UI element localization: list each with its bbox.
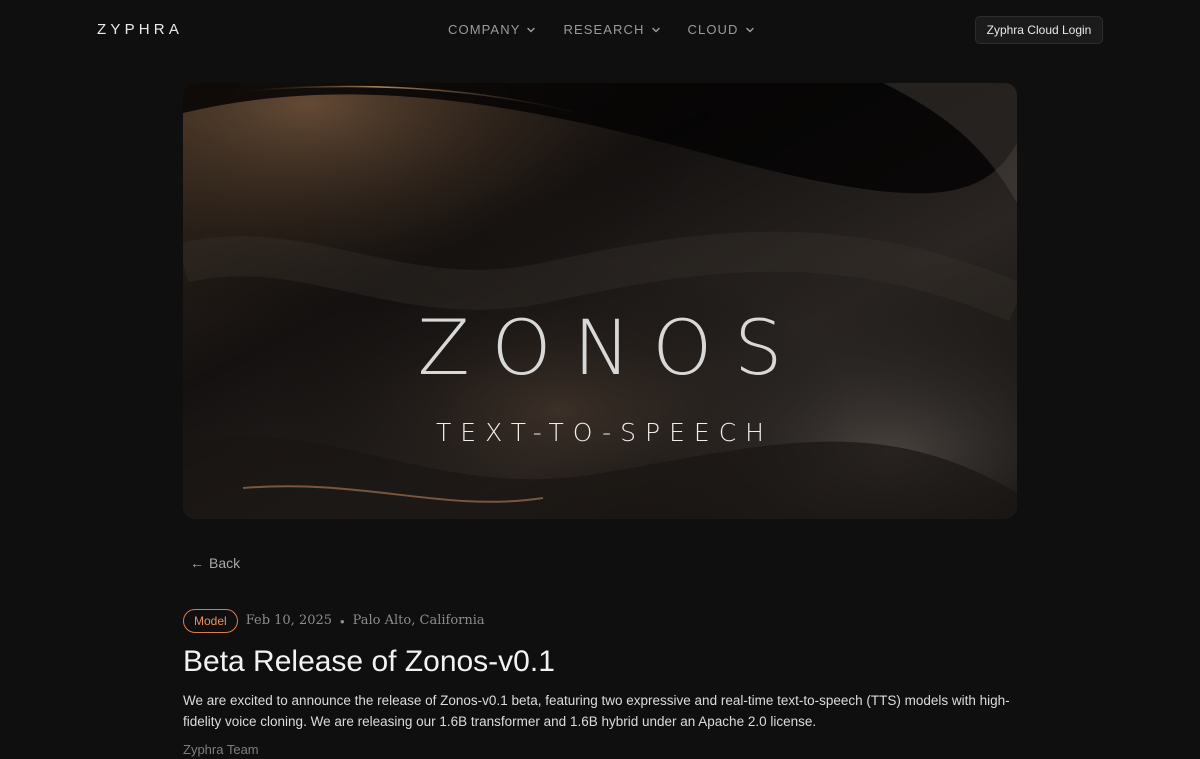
chevron-down-icon xyxy=(651,27,660,33)
nav-item-label: COMPANY xyxy=(448,22,521,37)
top-navbar: ZYPHRA COMPANY RESEARCH CLOUD Zyphra Clo… xyxy=(0,0,1200,60)
meta-separator: • xyxy=(340,613,345,629)
article-author: Zyphra Team xyxy=(183,742,259,757)
article-intro: We are excited to announce the release o… xyxy=(183,693,1010,729)
nav-item-cloud[interactable]: CLOUD xyxy=(688,21,755,39)
location: Palo Alto, California xyxy=(352,613,485,628)
chevron-down-icon xyxy=(745,27,754,33)
nav-item-label: RESEARCH xyxy=(563,22,645,37)
nav-item-label: CLOUD xyxy=(687,22,739,37)
hero-title: ZONOS xyxy=(417,303,805,392)
publish-date: Feb 10, 2025 xyxy=(245,613,333,628)
hero-banner: ZONOS TEXT-TO-SPEECH xyxy=(183,83,1017,519)
category-badge[interactable]: Model xyxy=(183,609,238,633)
hero-subtitle: TEXT-TO-SPEECH xyxy=(436,418,773,447)
back-link[interactable]: ← Back xyxy=(190,554,240,572)
zyphra-logo[interactable]: ZYPHRA xyxy=(97,20,183,40)
nav-item-company[interactable]: COMPANY xyxy=(448,21,536,39)
chevron-down-icon xyxy=(527,27,536,33)
back-label: Back xyxy=(209,555,241,571)
cloud-login-button[interactable]: Zyphra Cloud Login xyxy=(975,16,1103,44)
arrow-left-icon: ← xyxy=(190,555,204,571)
hero-background-image xyxy=(183,83,1017,519)
nav-item-research[interactable]: RESEARCH xyxy=(563,21,660,39)
nav-menu: COMPANY RESEARCH CLOUD xyxy=(448,21,755,39)
article-meta: Model Feb 10, 2025 • Palo Alto, Californ… xyxy=(183,609,485,633)
article-title: Beta Release of Zonos-v0.1 xyxy=(183,645,555,678)
